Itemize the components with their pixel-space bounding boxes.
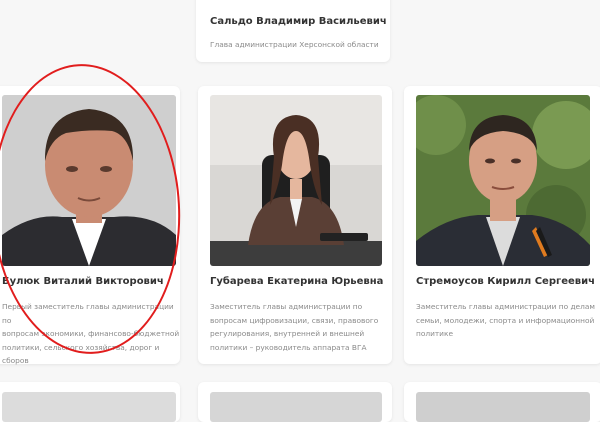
official-photo[interactable] bbox=[2, 95, 176, 266]
official-photo bbox=[416, 392, 590, 422]
official-name[interactable]: Губарева Екатерина Юрьевна bbox=[210, 276, 383, 287]
official-card-bottom-3[interactable] bbox=[404, 382, 600, 422]
woman-portrait-photo-icon bbox=[210, 95, 382, 266]
official-card-2[interactable]: Губарева Екатерина Юрьевна Заместитель г… bbox=[198, 86, 392, 364]
official-name[interactable]: Сальдо Владимир Васильевич bbox=[210, 16, 387, 27]
official-card-1[interactable]: Булюк Виталий Викторович Первый заместит… bbox=[0, 86, 180, 365]
man-portrait-photo-icon bbox=[2, 95, 176, 266]
official-role: Заместитель главы администрации по вопро… bbox=[210, 302, 379, 352]
man-portrait-photo-icon bbox=[416, 95, 590, 266]
official-name[interactable]: Стремоусов Кирилл Сергеевич bbox=[416, 276, 595, 287]
official-role: Первый заместитель главы администрации п… bbox=[2, 302, 180, 365]
official-role: Глава администрации Херсонской области bbox=[210, 40, 379, 49]
official-photo[interactable] bbox=[416, 95, 590, 266]
official-card-bottom-2[interactable] bbox=[198, 382, 392, 422]
official-card-3[interactable]: Стремоусов Кирилл Сергеевич Заместитель … bbox=[404, 86, 600, 364]
official-role: Заместитель главы администрации по делам… bbox=[416, 302, 595, 338]
official-photo bbox=[2, 392, 176, 422]
official-name[interactable]: Булюк Виталий Викторович bbox=[2, 276, 164, 287]
official-photo[interactable] bbox=[210, 95, 382, 266]
official-photo bbox=[210, 392, 382, 422]
official-card-top[interactable]: Сальдо Владимир Васильевич Глава админис… bbox=[196, 0, 390, 62]
official-card-bottom-1[interactable] bbox=[0, 382, 180, 422]
